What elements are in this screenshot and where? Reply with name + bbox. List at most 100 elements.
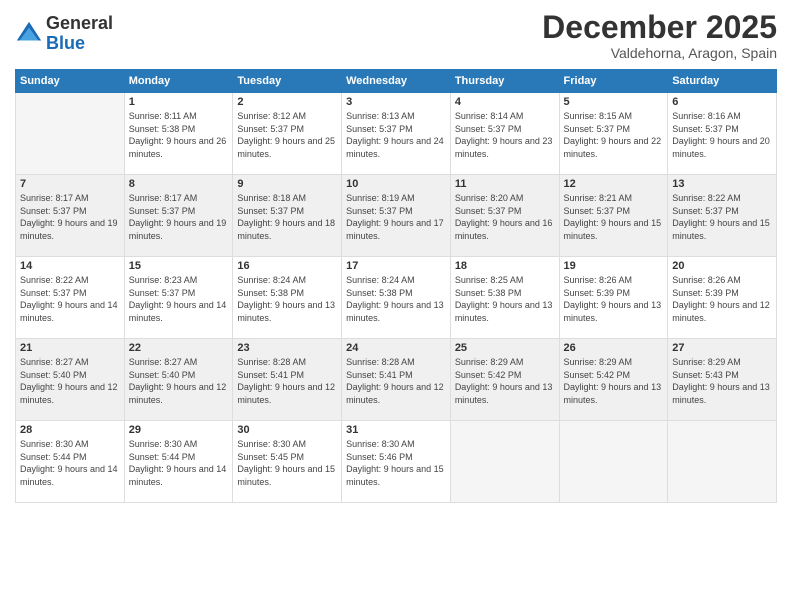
day-number: 20: [672, 260, 772, 272]
logo: General Blue: [15, 14, 113, 54]
table-row: 27 Sunrise: 8:29 AM Sunset: 5:43 PM Dayli…: [668, 339, 777, 421]
header-thursday: Thursday: [450, 70, 559, 93]
day-number: 30: [237, 424, 337, 436]
day-number: 8: [129, 178, 229, 190]
day-number: 7: [20, 178, 120, 190]
logo-icon: [15, 20, 43, 48]
calendar-week-row: 28 Sunrise: 8:30 AM Sunset: 5:44 PM Dayli…: [16, 421, 777, 503]
day-number: 26: [564, 342, 664, 354]
table-row: 7Sunrise: 8:17 AM Sunset: 5:37 PM Daylig…: [16, 175, 125, 257]
header-sunday: Sunday: [16, 70, 125, 93]
day-info: Sunrise: 8:25 AM Sunset: 5:38 PM Dayligh…: [455, 274, 555, 324]
day-info: Sunrise: 8:28 AM Sunset: 5:41 PM Dayligh…: [346, 356, 446, 406]
table-row: 18 Sunrise: 8:25 AM Sunset: 5:38 PM Dayli…: [450, 257, 559, 339]
table-row: [16, 93, 125, 175]
table-row: 16Sunrise: 8:24 AM Sunset: 5:38 PM Dayli…: [233, 257, 342, 339]
day-info: Sunrise: 8:12 AM Sunset: 5:37 PM Dayligh…: [237, 110, 337, 160]
table-row: 6 Sunrise: 8:16 AM Sunset: 5:37 PM Daylig…: [668, 93, 777, 175]
header-monday: Monday: [124, 70, 233, 93]
day-info: Sunrise: 8:22 AM Sunset: 5:37 PM Dayligh…: [20, 274, 120, 324]
day-number: 28: [20, 424, 120, 436]
day-number: 25: [455, 342, 555, 354]
table-row: 10Sunrise: 8:19 AM Sunset: 5:37 PM Dayli…: [342, 175, 451, 257]
table-row: 9 Sunrise: 8:18 AM Sunset: 5:37 PM Daylig…: [233, 175, 342, 257]
table-row: 24 Sunrise: 8:28 AM Sunset: 5:41 PM Dayli…: [342, 339, 451, 421]
day-info: Sunrise: 8:15 AM Sunset: 5:37 PM Dayligh…: [564, 110, 664, 160]
table-row: 21 Sunrise: 8:27 AM Sunset: 5:40 PM Dayli…: [16, 339, 125, 421]
day-info: Sunrise: 8:18 AM Sunset: 5:37 PM Dayligh…: [237, 192, 337, 242]
header-tuesday: Tuesday: [233, 70, 342, 93]
day-number: 15: [129, 260, 229, 272]
day-number: 22: [129, 342, 229, 354]
table-row: 28 Sunrise: 8:30 AM Sunset: 5:44 PM Dayli…: [16, 421, 125, 503]
table-row: 29 Sunrise: 8:30 AM Sunset: 5:44 PM Dayli…: [124, 421, 233, 503]
day-number: 16: [237, 260, 337, 272]
day-number: 6: [672, 96, 772, 108]
calendar-week-row: 14 Sunrise: 8:22 AM Sunset: 5:37 PM Dayli…: [16, 257, 777, 339]
day-info: Sunrise: 8:27 AM Sunset: 5:40 PM Dayligh…: [129, 356, 229, 406]
day-number: 21: [20, 342, 120, 354]
day-number: 24: [346, 342, 446, 354]
day-number: 31: [346, 424, 446, 436]
location: Valdehorna, Aragon, Spain: [542, 45, 777, 61]
day-info: Sunrise: 8:29 AM Sunset: 5:42 PM Dayligh…: [564, 356, 664, 406]
calendar-table: Sunday Monday Tuesday Wednesday Thursday…: [15, 69, 777, 503]
header: General Blue December 2025 Valdehorna, A…: [15, 10, 777, 61]
day-number: 2: [237, 96, 337, 108]
table-row: 12 Sunrise: 8:21 AM Sunset: 5:37 PM Dayli…: [559, 175, 668, 257]
day-info: Sunrise: 8:14 AM Sunset: 5:37 PM Dayligh…: [455, 110, 555, 160]
table-row: 30 Sunrise: 8:30 AM Sunset: 5:45 PM Dayli…: [233, 421, 342, 503]
day-number: 11: [455, 178, 555, 190]
table-row: 4Sunrise: 8:14 AM Sunset: 5:37 PM Daylig…: [450, 93, 559, 175]
day-info: Sunrise: 8:13 AM Sunset: 5:37 PM Dayligh…: [346, 110, 446, 160]
day-number: 17: [346, 260, 446, 272]
day-info: Sunrise: 8:20 AM Sunset: 5:37 PM Dayligh…: [455, 192, 555, 242]
table-row: 11 Sunrise: 8:20 AM Sunset: 5:37 PM Dayli…: [450, 175, 559, 257]
table-row: 15Sunrise: 8:23 AM Sunset: 5:37 PM Dayli…: [124, 257, 233, 339]
header-wednesday: Wednesday: [342, 70, 451, 93]
month-year: December 2025: [542, 10, 777, 45]
table-row: 1 Sunrise: 8:11 AM Sunset: 5:38 PM Daylig…: [124, 93, 233, 175]
day-number: 12: [564, 178, 664, 190]
calendar-header-row: Sunday Monday Tuesday Wednesday Thursday…: [16, 70, 777, 93]
day-info: Sunrise: 8:16 AM Sunset: 5:37 PM Dayligh…: [672, 110, 772, 160]
logo-text: General Blue: [46, 14, 113, 54]
table-row: 17 Sunrise: 8:24 AM Sunset: 5:38 PM Dayli…: [342, 257, 451, 339]
day-number: 29: [129, 424, 229, 436]
table-row: [559, 421, 668, 503]
day-number: 9: [237, 178, 337, 190]
day-info: Sunrise: 8:19 AM Sunset: 5:37 PM Dayligh…: [346, 192, 446, 242]
table-row: 20 Sunrise: 8:26 AM Sunset: 5:39 PM Dayli…: [668, 257, 777, 339]
table-row: 8Sunrise: 8:17 AM Sunset: 5:37 PM Daylig…: [124, 175, 233, 257]
day-info: Sunrise: 8:30 AM Sunset: 5:44 PM Dayligh…: [20, 438, 120, 488]
header-friday: Friday: [559, 70, 668, 93]
day-number: 19: [564, 260, 664, 272]
table-row: 13Sunrise: 8:22 AM Sunset: 5:37 PM Dayli…: [668, 175, 777, 257]
calendar-week-row: 21 Sunrise: 8:27 AM Sunset: 5:40 PM Dayli…: [16, 339, 777, 421]
table-row: 2 Sunrise: 8:12 AM Sunset: 5:37 PM Daylig…: [233, 93, 342, 175]
day-info: Sunrise: 8:30 AM Sunset: 5:44 PM Dayligh…: [129, 438, 229, 488]
table-row: 5Sunrise: 8:15 AM Sunset: 5:37 PM Daylig…: [559, 93, 668, 175]
day-number: 27: [672, 342, 772, 354]
day-number: 14: [20, 260, 120, 272]
table-row: 23Sunrise: 8:28 AM Sunset: 5:41 PM Dayli…: [233, 339, 342, 421]
day-info: Sunrise: 8:26 AM Sunset: 5:39 PM Dayligh…: [672, 274, 772, 324]
day-info: Sunrise: 8:30 AM Sunset: 5:46 PM Dayligh…: [346, 438, 446, 488]
table-row: [668, 421, 777, 503]
day-info: Sunrise: 8:24 AM Sunset: 5:38 PM Dayligh…: [346, 274, 446, 324]
day-number: 18: [455, 260, 555, 272]
day-info: Sunrise: 8:21 AM Sunset: 5:37 PM Dayligh…: [564, 192, 664, 242]
table-row: 14 Sunrise: 8:22 AM Sunset: 5:37 PM Dayli…: [16, 257, 125, 339]
day-info: Sunrise: 8:27 AM Sunset: 5:40 PM Dayligh…: [20, 356, 120, 406]
day-number: 1: [129, 96, 229, 108]
day-info: Sunrise: 8:29 AM Sunset: 5:42 PM Dayligh…: [455, 356, 555, 406]
day-info: Sunrise: 8:11 AM Sunset: 5:38 PM Dayligh…: [129, 110, 229, 160]
title-area: December 2025 Valdehorna, Aragon, Spain: [542, 10, 777, 61]
day-info: Sunrise: 8:29 AM Sunset: 5:43 PM Dayligh…: [672, 356, 772, 406]
table-row: [450, 421, 559, 503]
day-number: 23: [237, 342, 337, 354]
table-row: 31 Sunrise: 8:30 AM Sunset: 5:46 PM Dayli…: [342, 421, 451, 503]
header-saturday: Saturday: [668, 70, 777, 93]
calendar-week-row: 7Sunrise: 8:17 AM Sunset: 5:37 PM Daylig…: [16, 175, 777, 257]
day-info: Sunrise: 8:30 AM Sunset: 5:45 PM Dayligh…: [237, 438, 337, 488]
